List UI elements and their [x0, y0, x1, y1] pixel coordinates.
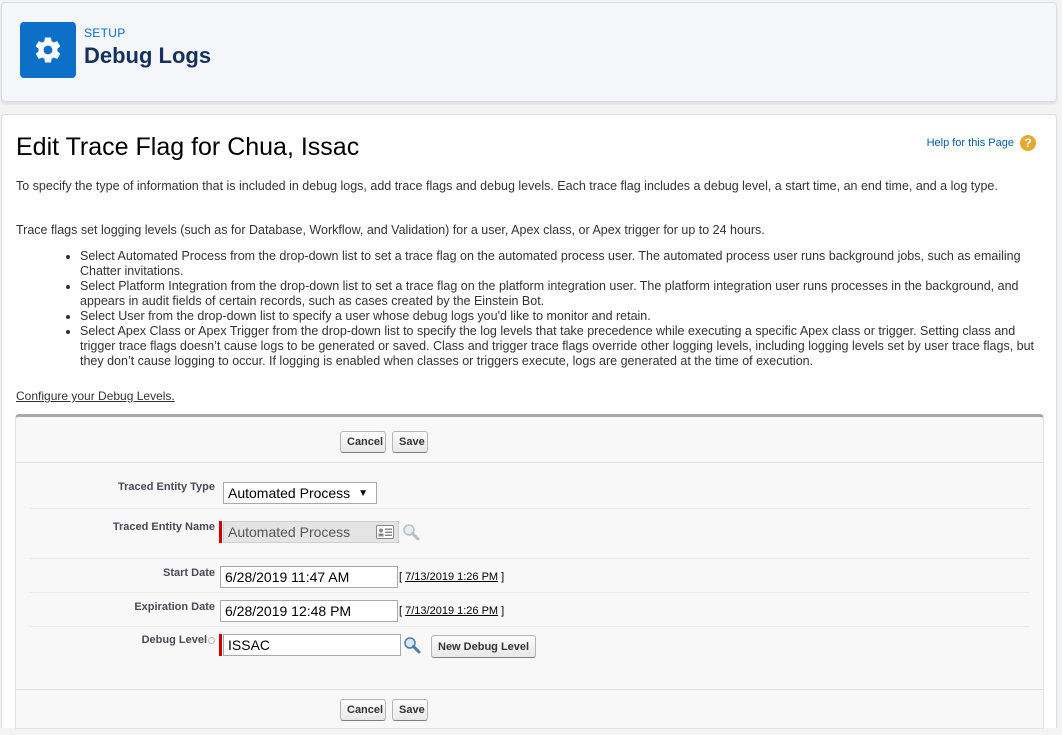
expiration-date-row: Expiration Date [ 7/13/2019 1:26 PM ]: [30, 593, 1030, 627]
expiration-date-now-link[interactable]: 7/13/2019 1:26 PM: [405, 605, 498, 617]
gear-icon: [20, 22, 76, 78]
list-item: Select Automated Process from the drop-d…: [80, 249, 1046, 279]
start-date-now-link[interactable]: 7/13/2019 1:26 PM: [405, 571, 498, 583]
save-button[interactable]: Save: [392, 699, 428, 721]
required-indicator: [219, 521, 222, 543]
list-item: Select User from the drop-down list to s…: [80, 309, 1046, 324]
cancel-button[interactable]: Cancel: [340, 431, 386, 453]
lookup-icon-disabled: [403, 524, 420, 541]
start-date-now: [ 7/13/2019 1:26 PM ]: [399, 571, 505, 583]
trace-flag-edit-block: Cancel Save Traced Entity Type Automated…: [15, 414, 1044, 729]
intro-paragraph-1: To specify the type of information that …: [16, 179, 998, 193]
start-date-row: Start Date [ 7/13/2019 1:26 PM ]: [30, 559, 1030, 593]
intro-paragraph-2: Trace flags set logging levels (such as …: [16, 223, 765, 237]
contact-card-icon: [376, 525, 394, 539]
traced-entity-type-row: Traced Entity Type Automated Process ▼: [30, 463, 1030, 509]
required-indicator: [219, 634, 222, 656]
setup-header: SETUP Debug Logs: [1, 2, 1057, 102]
list-item: Select Apex Class or Apex Trigger from t…: [80, 324, 1046, 369]
main-panel: Edit Trace Flag for Chua, Issac Help for…: [1, 114, 1057, 729]
expiration-date-now: [ 7/13/2019 1:26 PM ]: [399, 605, 505, 617]
help-link-label: Help for this Page: [926, 137, 1014, 149]
expiration-date-input[interactable]: [220, 600, 398, 622]
help-icon: ?: [1020, 135, 1036, 151]
traced-entity-type-select[interactable]: Automated Process ▼: [223, 482, 377, 504]
debug-level-input[interactable]: [223, 634, 401, 656]
page-title: Edit Trace Flag for Chua, Issac: [16, 133, 360, 161]
configure-debug-levels-link[interactable]: Configure your Debug Levels.: [16, 389, 175, 403]
help-link[interactable]: Help for this Page ?: [927, 135, 1036, 151]
caret-down-icon: ▼: [358, 487, 369, 499]
info-icon: [208, 636, 215, 644]
top-button-row: Cancel Save: [16, 417, 1043, 463]
page-header-title: Debug Logs: [84, 43, 212, 68]
lookup-icon[interactable]: [403, 636, 421, 654]
new-debug-level-button[interactable]: New Debug Level: [431, 635, 537, 658]
debug-level-label: Debug Level: [142, 634, 215, 646]
expiration-date-label: Expiration Date: [134, 601, 215, 613]
start-date-input[interactable]: [220, 566, 398, 588]
bottom-button-row: Cancel Save: [16, 689, 1043, 735]
debug-level-label-text: Debug Level: [141, 634, 207, 646]
traced-entity-name-field: Automated Process: [223, 521, 399, 543]
save-button[interactable]: Save: [392, 431, 428, 453]
cancel-button[interactable]: Cancel: [340, 699, 386, 721]
start-date-label: Start Date: [163, 567, 215, 579]
traced-entity-type-value: Automated Process: [228, 485, 351, 501]
traced-entity-type-label: Traced Entity Type: [118, 481, 215, 493]
traced-entity-name-row: Traced Entity Name Automated Process: [30, 509, 1030, 559]
debug-level-row: Debug Level New Debug Level: [30, 627, 1030, 677]
traced-entity-name-value: Automated Process: [228, 524, 351, 540]
instructions-list: Select Automated Process from the drop-d…: [16, 249, 1046, 369]
setup-eyebrow: SETUP: [84, 26, 126, 40]
traced-entity-name-label: Traced Entity Name: [112, 521, 215, 533]
list-item: Select Platform Integration from the dro…: [80, 279, 1046, 309]
